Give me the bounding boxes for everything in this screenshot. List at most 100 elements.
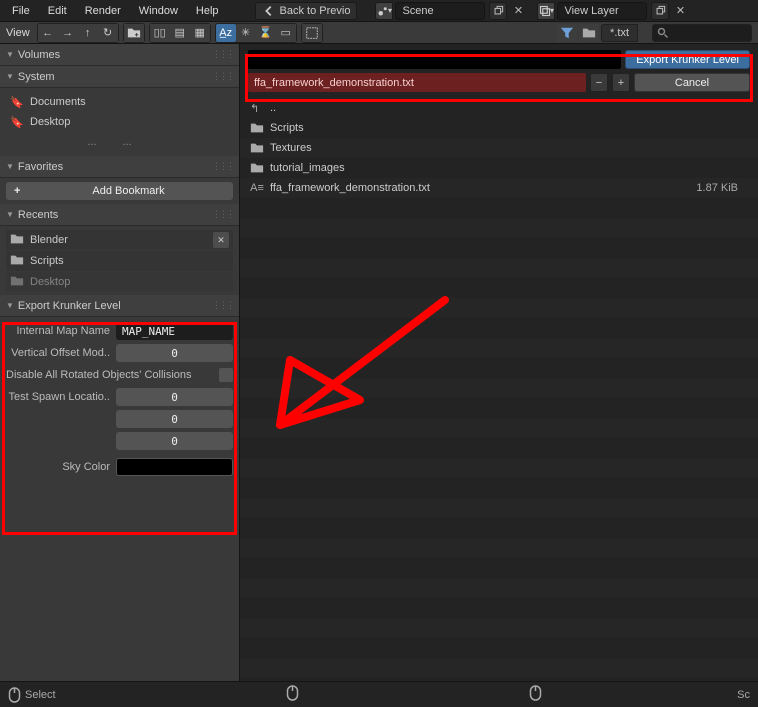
nav-up-icon[interactable]: ↑ (78, 24, 98, 42)
increment-button[interactable]: + (612, 73, 630, 92)
panel-volumes-header[interactable]: Volumes⋮⋮⋮ (0, 44, 239, 66)
filter-icon[interactable] (557, 24, 577, 42)
folder-icon (10, 253, 24, 270)
panel-system-body: 🔖 Documents 🔖 Desktop ... ... (0, 88, 239, 156)
sort-time-icon[interactable]: ⌛ (256, 24, 276, 42)
viewlayer-new-button[interactable] (651, 2, 669, 20)
bookmark-icon: 🔖 (10, 116, 24, 129)
system-more[interactable]: ... ... (6, 132, 233, 152)
folder-icon (250, 141, 264, 155)
recent-scripts[interactable]: Scripts✕ (6, 251, 233, 271)
panel-recents-header[interactable]: Recents⋮⋮⋮ (0, 204, 239, 226)
file-ffa-framework[interactable]: A≡ ffa_framework_demonstration.txt 1.87 … (240, 178, 758, 198)
sidebar: Volumes⋮⋮⋮ System⋮⋮⋮ 🔖 Documents 🔖 Deskt… (0, 44, 240, 681)
main-area: Volumes⋮⋮⋮ System⋮⋮⋮ 🔖 Documents 🔖 Deskt… (0, 44, 758, 681)
mouse-icon (8, 687, 21, 703)
showhidden-group (301, 23, 323, 43)
panel-export-krunker-body: Internal Map Name MAP_NAME Vertical Offs… (0, 317, 239, 483)
top-menubar: File Edit Render Window Help Back to Pre… (0, 0, 758, 22)
sort-ext-icon[interactable]: ✳ (236, 24, 256, 42)
file-list: Scripts Textures tutorial_images A≡ ffa_… (240, 118, 758, 681)
filebrowser-toolbar: View ← → ↑ ↻ ▯▯ ▤ ▦ A̲z ✳ ⌛ ▭ *.txt (0, 22, 758, 44)
spawn-x-input[interactable]: 0 (116, 388, 233, 406)
folder-icon (250, 161, 264, 175)
up-arrow-icon: ↰ (250, 102, 264, 115)
system-desktop[interactable]: 🔖 Desktop (6, 112, 233, 132)
filename-input[interactable] (248, 73, 586, 92)
menu-window[interactable]: Window (131, 1, 186, 21)
menu-help[interactable]: Help (188, 1, 227, 21)
menu-render[interactable]: Render (77, 1, 129, 21)
search-input[interactable] (652, 24, 752, 42)
status-right: Sc (737, 689, 750, 701)
scene-icon[interactable]: ▾ (375, 2, 393, 20)
folder-textures[interactable]: Textures (240, 138, 758, 158)
export-krunker-level-button[interactable]: Export Krunker Level (625, 50, 750, 69)
vert-offset-label: Vertical Offset Mod.. (6, 347, 116, 359)
view-menu[interactable]: View (6, 27, 30, 39)
display-list-horizontal-icon[interactable]: ▤ (170, 24, 190, 42)
cancel-button[interactable]: Cancel (634, 73, 750, 92)
folder-tutorial-images[interactable]: tutorial_images (240, 158, 758, 178)
disable-coll-checkbox[interactable] (219, 368, 233, 382)
spawn-label: Test Spawn Locatio.. (6, 391, 116, 403)
folder-filter-icon[interactable] (579, 24, 599, 42)
scene-field[interactable]: Scene (395, 2, 485, 20)
panel-recents-body: Blender ✕ Scripts✕ Desktop✕ (0, 226, 239, 297)
new-folder-icon[interactable] (124, 24, 144, 42)
newfolder-group (123, 23, 145, 43)
display-list-vertical-icon[interactable]: ▯▯ (150, 24, 170, 42)
folder-icon (10, 274, 24, 291)
action-bar: Export Krunker Level (240, 44, 758, 71)
menu-edit[interactable]: Edit (40, 1, 75, 21)
viewlayer-icon[interactable]: ▾ (537, 2, 555, 20)
nav-group: ← → ↑ ↻ (37, 23, 119, 43)
sort-group: A̲z ✳ ⌛ ▭ (215, 23, 297, 43)
mouse-icon-middle (286, 685, 299, 704)
menu-file[interactable]: File (4, 1, 38, 21)
parent-dir-row[interactable]: ↰ .. (240, 98, 758, 118)
spawn-z-input[interactable]: 0 (116, 432, 233, 450)
close-icon[interactable]: ✕ (213, 232, 229, 248)
nav-forward-icon[interactable]: → (58, 24, 78, 42)
panel-export-krunker-header[interactable]: Export Krunker Level⋮⋮⋮ (0, 295, 239, 317)
scene-delete-button[interactable]: ✕ (509, 2, 527, 20)
folder-icon (10, 232, 24, 249)
nav-back-icon[interactable]: ← (38, 24, 58, 42)
sort-size-icon[interactable]: ▭ (276, 24, 296, 42)
system-documents[interactable]: 🔖 Documents (6, 92, 233, 112)
status-bar: Select Sc (0, 681, 758, 707)
display-thumbnail-icon[interactable]: ▦ (190, 24, 210, 42)
recent-blender[interactable]: Blender ✕ (6, 230, 233, 250)
viewlayer-delete-button[interactable]: ✕ (671, 2, 689, 20)
panel-favorites-header[interactable]: Favorites⋮⋮⋮ (0, 156, 239, 178)
scene-new-button[interactable] (489, 2, 507, 20)
sky-color-label: Sky Color (6, 461, 116, 473)
map-name-label: Internal Map Name (6, 325, 116, 337)
map-name-input[interactable]: MAP_NAME (116, 322, 233, 340)
file-content: Export Krunker Level − + Cancel ↰ .. Scr… (240, 44, 758, 681)
disable-coll-label: Disable All Rotated Objects' Collisions (6, 369, 219, 381)
sort-alpha-icon[interactable]: A̲z (216, 24, 236, 42)
text-file-icon: A≡ (250, 182, 264, 194)
display-mode-group: ▯▯ ▤ ▦ (149, 23, 211, 43)
viewlayer-field[interactable]: View Layer (557, 2, 647, 20)
action-bar-2: − + Cancel (240, 71, 758, 98)
folder-scripts[interactable]: Scripts (240, 118, 758, 138)
nav-refresh-icon[interactable]: ↻ (98, 24, 118, 42)
file-size-label: 1.87 KiB (696, 182, 748, 194)
show-hidden-icon[interactable] (302, 24, 322, 42)
decrement-button[interactable]: − (590, 73, 608, 92)
folder-icon (250, 121, 264, 135)
plus-icon: + (14, 185, 26, 197)
back-arrow-icon (262, 4, 276, 18)
add-bookmark-button[interactable]: + Add Bookmark (6, 182, 233, 200)
panel-system-header[interactable]: System⋮⋮⋮ (0, 66, 239, 88)
filter-ext-field[interactable]: *.txt (601, 24, 638, 42)
spawn-y-input[interactable]: 0 (116, 410, 233, 428)
recent-desktop[interactable]: Desktop✕ (6, 272, 233, 292)
vert-offset-input[interactable]: 0 (116, 344, 233, 362)
filepath-input[interactable] (248, 50, 621, 69)
sky-color-swatch[interactable] (116, 458, 233, 476)
back-to-previous-button[interactable]: Back to Previo (255, 2, 358, 20)
